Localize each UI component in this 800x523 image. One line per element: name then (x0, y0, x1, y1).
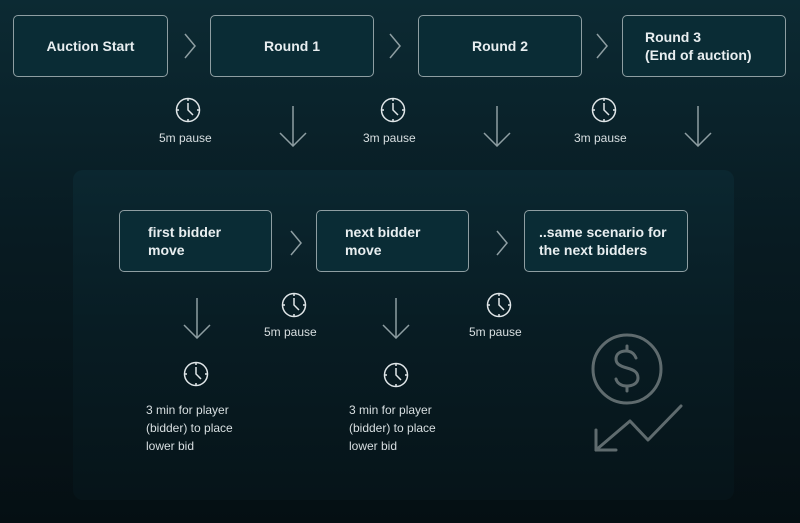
clock-icon (486, 292, 512, 318)
chevron-right-icon (290, 230, 302, 256)
auction-start-label: Auction Start (46, 38, 135, 54)
clock-icon (175, 97, 201, 123)
arrow-down-icon (279, 106, 307, 147)
chevron-right-icon (596, 33, 608, 59)
bid-window-description: 3 min for player (bidder) to place lower… (146, 403, 233, 453)
clock-icon (591, 97, 617, 123)
next-bidders-label: ..same scenario for the next bidders (539, 224, 667, 258)
dollar-price-down-icon (591, 333, 683, 452)
chevron-right-icon (389, 33, 401, 59)
arrow-down-icon (183, 298, 211, 339)
clock-icon (183, 361, 209, 387)
arrow-down-icon (483, 106, 511, 147)
clock-icon (281, 292, 307, 318)
clock-icon (380, 97, 406, 123)
chevron-right-icon (184, 33, 196, 59)
auction-start-box: Auction Start (13, 15, 168, 77)
first-bidder-label: first bidder move (148, 224, 222, 258)
arrow-down-icon (382, 298, 410, 339)
round-pause-label: 3m pause (363, 131, 416, 145)
round-3-label: Round 3 (End of auction) (645, 29, 752, 63)
arrow-down-icon (684, 106, 712, 147)
clock-icon (383, 362, 409, 388)
next-bidders-box: ..same scenario for the next bidders (524, 210, 688, 272)
bidder-pause-label: 5m pause (469, 325, 522, 339)
next-bidder-box: next bidder move (316, 210, 469, 272)
first-bidder-box: first bidder move (119, 210, 272, 272)
round-3-box: Round 3 (End of auction) (622, 15, 786, 77)
bidder-pause-label: 5m pause (264, 325, 317, 339)
round-2-label: Round 2 (472, 38, 528, 54)
round-pause-label: 5m pause (159, 131, 212, 145)
round-2-box: Round 2 (418, 15, 582, 77)
next-bidder-label: next bidder move (345, 224, 421, 258)
round-pause-label: 3m pause (574, 131, 627, 145)
round-1-box: Round 1 (210, 15, 374, 77)
chevron-right-icon (496, 230, 508, 256)
round-1-label: Round 1 (264, 38, 320, 54)
bid-window-description: 3 min for player (bidder) to place lower… (349, 403, 436, 453)
